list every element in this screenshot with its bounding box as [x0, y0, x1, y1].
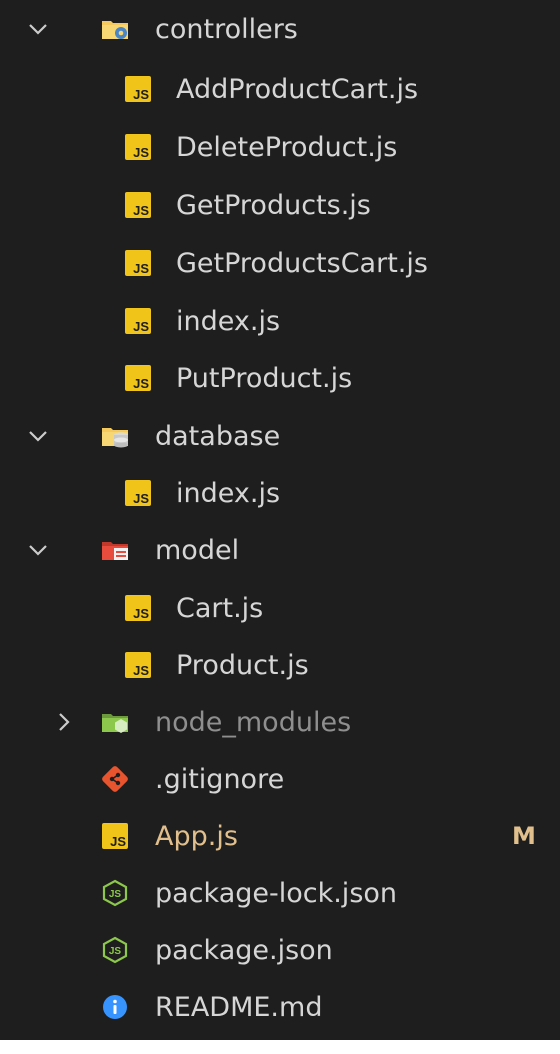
js-file-icon: JS [125, 652, 151, 678]
folder-label: node_modules [155, 707, 352, 738]
folder-node-icon [102, 714, 128, 733]
file-label: Cart.js [176, 593, 264, 624]
folder-label: model [155, 535, 240, 566]
js-file-icon: JS [102, 823, 128, 849]
js-file-icon: JS [125, 250, 151, 276]
nodejs-icon: JS [102, 879, 128, 907]
file-label: DeleteProduct.js [176, 132, 398, 163]
folder-model[interactable]: model [0, 522, 560, 579]
js-file-icon: JS [125, 480, 151, 506]
file-cart[interactable]: JS Cart.js [0, 580, 560, 637]
folder-gear-icon [102, 21, 128, 39]
file-package[interactable]: JS package.json [0, 922, 560, 979]
js-file-icon: JS [125, 76, 151, 102]
info-icon [103, 995, 127, 1019]
chevron-right-icon [59, 713, 70, 731]
file-app[interactable]: JS App.js M [0, 808, 560, 865]
svg-text:JS: JS [109, 889, 122, 900]
file-package-lock[interactable]: JS package-lock.json [0, 865, 560, 922]
file-controllers-index[interactable]: JS index.js [0, 293, 560, 350]
file-label: Product.js [176, 650, 309, 681]
js-file-icon: JS [125, 134, 151, 160]
file-label: index.js [176, 478, 281, 509]
chevron-down-icon [29, 24, 47, 35]
file-product[interactable]: JS Product.js [0, 637, 560, 694]
js-file-icon: JS [125, 308, 151, 334]
file-gitignore[interactable]: .gitignore [0, 751, 560, 808]
file-label: GetProductsCart.js [176, 248, 428, 279]
folder-label: controllers [155, 14, 298, 45]
folder-label: database [155, 421, 281, 452]
folder-database-icon [102, 428, 128, 448]
file-database-index[interactable]: JS index.js [0, 465, 560, 522]
file-readme[interactable]: README.md [0, 979, 560, 1036]
file-explorer: controllers JS AddProductCart.js JS Dele… [0, 0, 560, 1040]
file-label: .gitignore [155, 764, 285, 795]
git-icon [102, 766, 128, 792]
folder-database[interactable]: database [0, 408, 560, 465]
file-deleteproduct[interactable]: JS DeleteProduct.js [0, 119, 560, 176]
folder-controllers[interactable]: controllers [0, 1, 560, 58]
file-addproductcart[interactable]: JS AddProductCart.js [0, 61, 560, 118]
svg-text:JS: JS [109, 946, 122, 957]
file-putproduct[interactable]: JS PutProduct.js [0, 350, 560, 407]
file-label: package.json [155, 935, 333, 966]
js-file-icon: JS [125, 595, 151, 621]
folder-node-modules[interactable]: node_modules [0, 694, 560, 751]
js-file-icon: JS [125, 365, 151, 391]
js-file-icon: JS [125, 192, 151, 218]
file-label: PutProduct.js [176, 363, 353, 394]
file-label: GetProducts.js [176, 190, 371, 221]
file-label: AddProductCart.js [176, 74, 419, 105]
file-label: App.js [155, 821, 238, 852]
chevron-down-icon [29, 545, 47, 556]
file-label: README.md [155, 992, 323, 1023]
file-label: package-lock.json [155, 878, 398, 909]
git-status-badge: M [512, 822, 536, 850]
folder-model-icon [102, 542, 128, 560]
nodejs-icon: JS [102, 936, 128, 964]
chevron-down-icon [29, 431, 47, 442]
file-getproductscart[interactable]: JS GetProductsCart.js [0, 235, 560, 292]
file-getproducts[interactable]: JS GetProducts.js [0, 177, 560, 234]
file-label: index.js [176, 306, 281, 337]
